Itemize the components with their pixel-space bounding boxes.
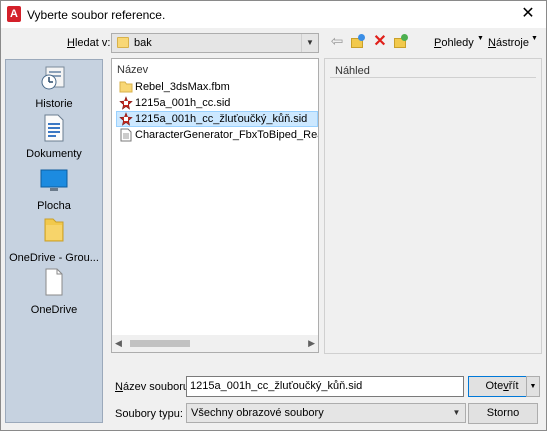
file-name: 1215a_001h_cc.sid — [135, 97, 231, 109]
file-type-value: Všechny obrazové soubory — [191, 407, 324, 419]
new-folder-icon[interactable] — [392, 34, 410, 50]
sid-file-icon — [119, 112, 133, 126]
place-history[interactable]: Historie — [6, 64, 102, 110]
list-item-selected[interactable]: 1215a_001h_cc_žluťoučký_kůň.sid — [116, 111, 318, 127]
horizontal-scrollbar[interactable]: ◀ ▶ — [112, 335, 318, 352]
look-in-dropdown[interactable]: bak ▼ — [111, 33, 319, 53]
desktop-icon — [40, 169, 68, 191]
sid-file-icon — [119, 96, 133, 110]
onedrive-group-icon — [44, 218, 64, 242]
folder-icon — [117, 37, 129, 48]
file-name-label: Název souboru: — [115, 381, 193, 393]
scroll-right-icon[interactable]: ▶ — [308, 338, 315, 349]
place-desktop[interactable]: Plocha — [6, 166, 102, 212]
tools-caret-icon[interactable]: ▼ — [531, 35, 538, 42]
places-bar: Historie Dokumenty Plocha OneDrive - Gro… — [5, 59, 103, 423]
back-arrow-icon[interactable]: ⇦ — [328, 34, 346, 50]
folder-icon — [119, 81, 133, 93]
file-name: Rebel_3dsMax.fbm — [135, 81, 230, 93]
chevron-down-icon[interactable]: ▼ — [301, 34, 318, 52]
history-icon — [41, 66, 65, 90]
place-onedrive[interactable]: OneDrive — [6, 268, 102, 316]
place-onedrive-group[interactable]: OneDrive - Grou... — [6, 216, 102, 264]
list-item[interactable]: CharacterGenerator_FbxToBiped_Readme — [116, 127, 318, 143]
place-label: Historie — [35, 98, 73, 110]
place-label: Plocha — [37, 200, 71, 212]
place-label: Dokumenty — [26, 148, 82, 160]
column-header-name[interactable]: Název — [117, 64, 148, 76]
views-caret-icon[interactable]: ▼ — [477, 35, 484, 42]
close-icon[interactable]: ✕ — [518, 4, 538, 24]
scroll-thumb[interactable] — [130, 340, 190, 347]
views-menu[interactable]: Pohledy — [434, 37, 474, 49]
file-name-field[interactable]: 1215a_001h_cc_žluťoučký_kůň.sid — [186, 376, 464, 397]
look-in-label: Hledat v: — [67, 37, 111, 49]
onedrive-icon — [45, 268, 63, 296]
preview-label: Náhled — [335, 65, 370, 77]
place-label: OneDrive - Grou... — [9, 252, 99, 264]
list-item[interactable]: Rebel_3dsMax.fbm — [116, 79, 318, 95]
preview-divider — [330, 77, 536, 78]
list-item[interactable]: 1215a_001h_cc.sid — [116, 95, 318, 111]
autocad-app-icon: A — [7, 6, 21, 22]
preview-panel: Náhled — [324, 58, 542, 354]
delete-icon[interactable]: ✕ — [371, 34, 389, 50]
file-name: 1215a_001h_cc_žluťoučký_kůň.sid — [135, 113, 308, 125]
file-list[interactable]: Název Rebel_3dsMax.fbm 1215a_001h_cc.sid… — [111, 58, 319, 353]
place-documents[interactable]: Dokumenty — [6, 114, 102, 162]
up-folder-icon[interactable] — [349, 34, 367, 50]
dialog-title: Vyberte soubor reference. — [27, 8, 166, 22]
look-in-value: bak — [134, 37, 152, 49]
chevron-down-icon[interactable]: ▼ — [448, 404, 465, 422]
file-type-label: Soubory typu: — [115, 408, 183, 420]
tools-menu[interactable]: Nástroje — [488, 37, 529, 49]
scroll-left-icon[interactable]: ◀ — [115, 338, 122, 349]
file-dialog: A Vyberte soubor reference. ✕ Hledat v: … — [0, 0, 547, 431]
open-options-dropdown[interactable]: ▼ — [526, 376, 540, 397]
title-bar: A Vyberte soubor reference. ✕ — [1, 1, 546, 28]
place-label: OneDrive — [30, 304, 78, 316]
documents-icon — [44, 114, 64, 142]
file-type-dropdown[interactable]: Všechny obrazové soubory ▼ — [186, 403, 466, 423]
file-name: CharacterGenerator_FbxToBiped_Readme — [135, 129, 318, 141]
cancel-button[interactable]: Storno — [468, 403, 538, 424]
text-file-icon — [120, 128, 132, 142]
